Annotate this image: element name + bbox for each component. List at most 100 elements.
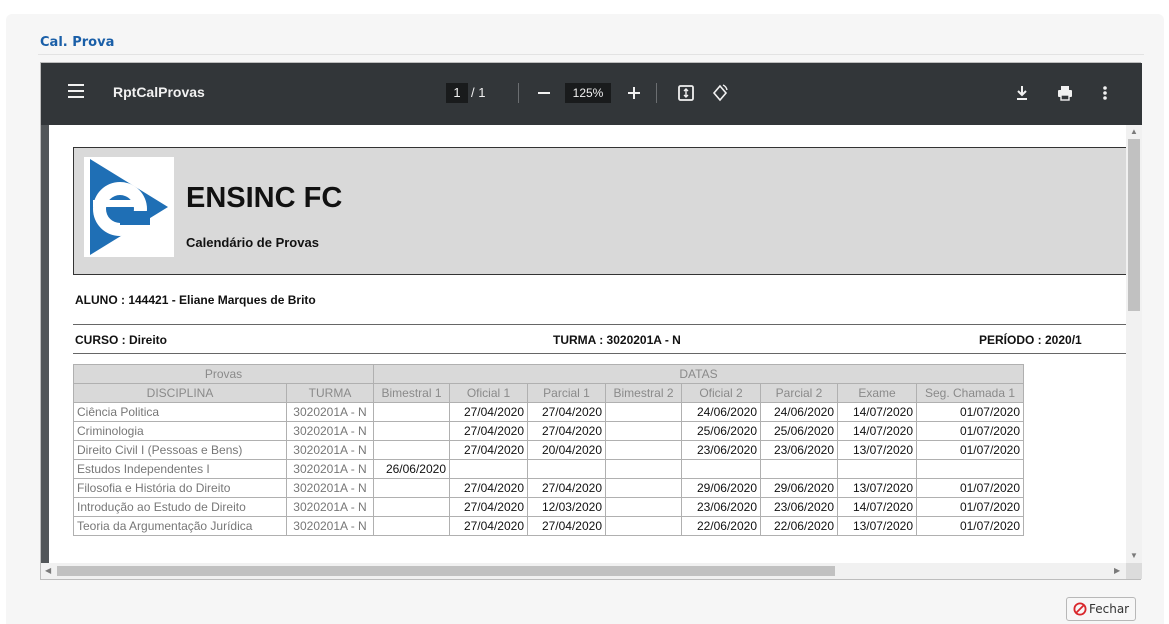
date-cell: 27/04/2020 bbox=[449, 497, 528, 517]
date-cell: 27/04/2020 bbox=[449, 440, 528, 460]
date-cell: 14/07/2020 bbox=[837, 421, 917, 441]
scroll-up-icon[interactable]: ▲ bbox=[1130, 127, 1138, 136]
date-cell: 13/07/2020 bbox=[837, 440, 917, 460]
toolbar-divider bbox=[518, 83, 519, 103]
date-cell: 23/06/2020 bbox=[681, 440, 761, 460]
pdf-page: ENSINC FC Calendário de Provas ALUNO : 1… bbox=[49, 125, 1126, 563]
column-header: DISCIPLINA bbox=[73, 383, 287, 403]
date-cell bbox=[373, 478, 450, 498]
class-cell: 3020201A - N bbox=[286, 402, 374, 422]
date-cell bbox=[373, 421, 450, 441]
student-info: ALUNO : 144421 - Eliane Marques de Brito bbox=[75, 293, 316, 307]
title-divider bbox=[38, 54, 1144, 55]
course-info: CURSO : Direito bbox=[75, 333, 168, 347]
discipline-cell: Criminologia bbox=[73, 421, 287, 441]
date-cell: 01/07/2020 bbox=[916, 402, 1024, 422]
class-cell: 3020201A - N bbox=[286, 421, 374, 441]
date-cell: 27/04/2020 bbox=[527, 421, 606, 441]
date-cell: 01/07/2020 bbox=[916, 440, 1024, 460]
class-cell: 3020201A - N bbox=[286, 478, 374, 498]
column-header: Parcial 1 bbox=[527, 383, 606, 403]
group-header-provas: Provas bbox=[73, 364, 374, 384]
pdf-viewer-frame: RptCalProvas 1 / 1 125% ENSINC FC Calend… bbox=[40, 62, 1142, 580]
date-cell bbox=[373, 440, 450, 460]
scroll-down-icon[interactable]: ▼ bbox=[1130, 551, 1138, 560]
date-cell: 12/03/2020 bbox=[527, 497, 606, 517]
date-cell: 24/06/2020 bbox=[760, 402, 838, 422]
date-cell bbox=[837, 459, 917, 479]
group-header-datas: DATAS bbox=[373, 364, 1024, 384]
dialog-title: Cal. Prova bbox=[40, 35, 115, 50]
date-cell bbox=[605, 478, 682, 498]
date-cell bbox=[527, 459, 606, 479]
date-cell: 27/04/2020 bbox=[527, 478, 606, 498]
rotate-icon[interactable] bbox=[709, 81, 731, 105]
discipline-cell: Introdução ao Estudo de Direito bbox=[73, 497, 287, 517]
date-cell: 27/04/2020 bbox=[449, 421, 528, 441]
scroll-left-icon[interactable]: ◀ bbox=[45, 566, 51, 575]
print-icon[interactable] bbox=[1053, 81, 1077, 105]
class-cell: 3020201A - N bbox=[286, 516, 374, 536]
column-header: TURMA bbox=[286, 383, 374, 403]
menu-icon[interactable] bbox=[68, 84, 86, 98]
report-subtitle: Calendário de Provas bbox=[186, 235, 319, 250]
ensinc-logo bbox=[84, 157, 174, 257]
zoom-out-icon[interactable] bbox=[533, 81, 555, 105]
column-header: Seg. Chamada 1 bbox=[916, 383, 1024, 403]
date-cell bbox=[373, 402, 450, 422]
column-header: Bimestral 1 bbox=[373, 383, 450, 403]
vertical-scroll-thumb[interactable] bbox=[1128, 139, 1140, 311]
date-cell: 29/06/2020 bbox=[760, 478, 838, 498]
date-cell bbox=[605, 402, 682, 422]
info-divider bbox=[73, 353, 1126, 354]
close-button-label: Fechar bbox=[1089, 602, 1130, 616]
date-cell bbox=[760, 459, 838, 479]
zoom-level-input[interactable]: 125% bbox=[565, 83, 611, 103]
date-cell: 23/06/2020 bbox=[681, 497, 761, 517]
vertical-scrollbar[interactable]: ▲ ▼ bbox=[1126, 125, 1142, 563]
table-row: Filosofia e História do Direito 3020201A … bbox=[73, 478, 1024, 498]
date-cell: 29/06/2020 bbox=[681, 478, 761, 498]
date-cell: 23/06/2020 bbox=[760, 440, 838, 460]
pdf-viewport[interactable]: ENSINC FC Calendário de Provas ALUNO : 1… bbox=[41, 125, 1126, 563]
page-number-input[interactable]: 1 bbox=[446, 83, 468, 103]
date-cell bbox=[449, 459, 528, 479]
date-cell: 25/06/2020 bbox=[681, 421, 761, 441]
date-cell: 01/07/2020 bbox=[916, 497, 1024, 517]
date-cell: 22/06/2020 bbox=[681, 516, 761, 536]
discipline-cell: Filosofia e História do Direito bbox=[73, 478, 287, 498]
close-button[interactable]: Fechar bbox=[1066, 597, 1136, 621]
date-cell: 14/07/2020 bbox=[837, 497, 917, 517]
more-icon[interactable] bbox=[1095, 81, 1115, 105]
date-cell: 23/06/2020 bbox=[760, 497, 838, 517]
date-cell bbox=[605, 516, 682, 536]
page-total: / 1 bbox=[471, 85, 486, 100]
class-cell: 3020201A - N bbox=[286, 459, 374, 479]
column-header: Oficial 2 bbox=[681, 383, 761, 403]
class-cell: 3020201A - N bbox=[286, 497, 374, 517]
scroll-right-icon[interactable]: ▶ bbox=[1114, 566, 1120, 575]
table-row: Criminologia 3020201A - N 27/04/2020 27/04/… bbox=[73, 421, 1024, 441]
zoom-in-icon[interactable] bbox=[623, 81, 645, 105]
prohibited-icon bbox=[1073, 602, 1087, 616]
date-cell: 01/07/2020 bbox=[916, 421, 1024, 441]
horizontal-scroll-thumb[interactable] bbox=[57, 566, 835, 576]
date-cell: 26/06/2020 bbox=[373, 459, 450, 479]
date-cell bbox=[373, 516, 450, 536]
fit-page-icon[interactable] bbox=[675, 81, 697, 105]
organization-name: ENSINC FC bbox=[186, 182, 343, 214]
horizontal-scrollbar[interactable]: ◀ ▶ bbox=[41, 563, 1126, 579]
class-info: TURMA : 3020201A - N bbox=[553, 333, 681, 347]
date-cell: 13/07/2020 bbox=[837, 478, 917, 498]
download-icon[interactable] bbox=[1011, 81, 1033, 105]
exam-calendar-table: Provas DATAS DISCIPLINA TURMA Bimestral … bbox=[73, 364, 1024, 536]
date-cell: 27/04/2020 bbox=[449, 478, 528, 498]
table-row: Estudos Independentes I 3020201A - N 26/06… bbox=[73, 459, 1024, 479]
column-header: Bimestral 2 bbox=[605, 383, 682, 403]
date-cell: 24/06/2020 bbox=[681, 402, 761, 422]
date-cell: 20/04/2020 bbox=[527, 440, 606, 460]
date-cell bbox=[605, 497, 682, 517]
scroll-corner bbox=[1126, 563, 1142, 579]
toolbar-divider bbox=[656, 83, 657, 103]
table-row: Ciência Politica 3020201A - N 27/04/2020 27… bbox=[73, 402, 1024, 422]
